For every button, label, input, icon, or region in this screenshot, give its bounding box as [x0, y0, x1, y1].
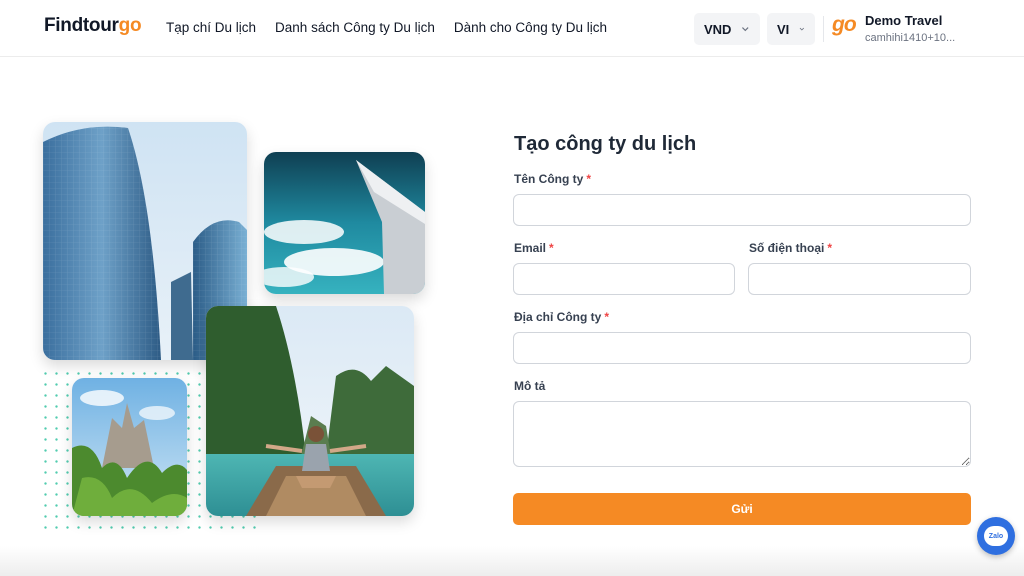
phone-input[interactable]	[748, 263, 971, 295]
top-header: Findtourgo Tạp chí Du lịch Danh sách Côn…	[0, 0, 1024, 57]
main-nav: Tạp chí Du lịch Danh sách Công ty Du lịc…	[166, 20, 607, 35]
email-input[interactable]	[513, 263, 735, 295]
company-name-label-text: Tên Công ty	[514, 172, 584, 186]
temple-photo	[72, 378, 187, 516]
form-title: Tạo công ty du lịch	[514, 133, 697, 155]
description-label: Mô tả	[514, 379, 545, 393]
email-label: Email *	[514, 241, 554, 255]
nav-travel-companies[interactable]: Danh sách Công ty Du lịch	[275, 20, 435, 35]
chevron-down-icon	[799, 27, 805, 31]
chevron-down-icon	[742, 27, 749, 32]
company-name[interactable]: Demo Travel	[865, 13, 942, 28]
site-logo[interactable]: Findtourgo	[44, 15, 142, 37]
language-value: VI	[777, 21, 790, 37]
company-logo[interactable]: go	[832, 13, 857, 37]
submit-button[interactable]: Gửi	[513, 493, 971, 525]
required-mark: *	[827, 241, 833, 255]
airplane-wing-photo	[264, 152, 425, 294]
language-selector[interactable]: VI	[767, 13, 815, 45]
nav-for-companies[interactable]: Dành cho Công ty Du lịch	[454, 20, 607, 35]
required-mark: *	[604, 310, 610, 324]
header-divider	[823, 16, 824, 42]
address-input[interactable]	[513, 332, 971, 364]
required-mark: *	[586, 172, 591, 186]
phone-label-text: Số điện thoại	[749, 241, 825, 255]
company-email: camhihi1410+10...	[865, 32, 956, 44]
currency-value: VND	[704, 21, 732, 37]
nav-travel-magazine[interactable]: Tạp chí Du lịch	[166, 20, 256, 35]
address-label: Địa chỉ Công ty *	[514, 310, 609, 324]
email-label-text: Email	[514, 241, 547, 255]
lake-boat-photo	[206, 306, 414, 516]
currency-selector[interactable]: VND	[694, 13, 760, 45]
logo-main: Findtour	[44, 15, 119, 36]
company-name-input[interactable]	[513, 194, 971, 226]
logo-accent: go	[118, 15, 142, 36]
photo-collage	[40, 118, 440, 538]
zalo-chat-button[interactable]: Zalo	[977, 517, 1015, 555]
description-textarea[interactable]	[513, 401, 971, 467]
description-label-text: Mô tả	[514, 379, 546, 393]
company-name-label: Tên Công ty *	[514, 172, 591, 186]
required-mark: *	[549, 241, 554, 255]
zalo-chat-icon: Zalo	[984, 526, 1008, 546]
bottom-fade	[0, 546, 1024, 576]
address-label-text: Địa chỉ Công ty	[514, 310, 602, 324]
phone-label: Số điện thoại *	[749, 241, 832, 255]
